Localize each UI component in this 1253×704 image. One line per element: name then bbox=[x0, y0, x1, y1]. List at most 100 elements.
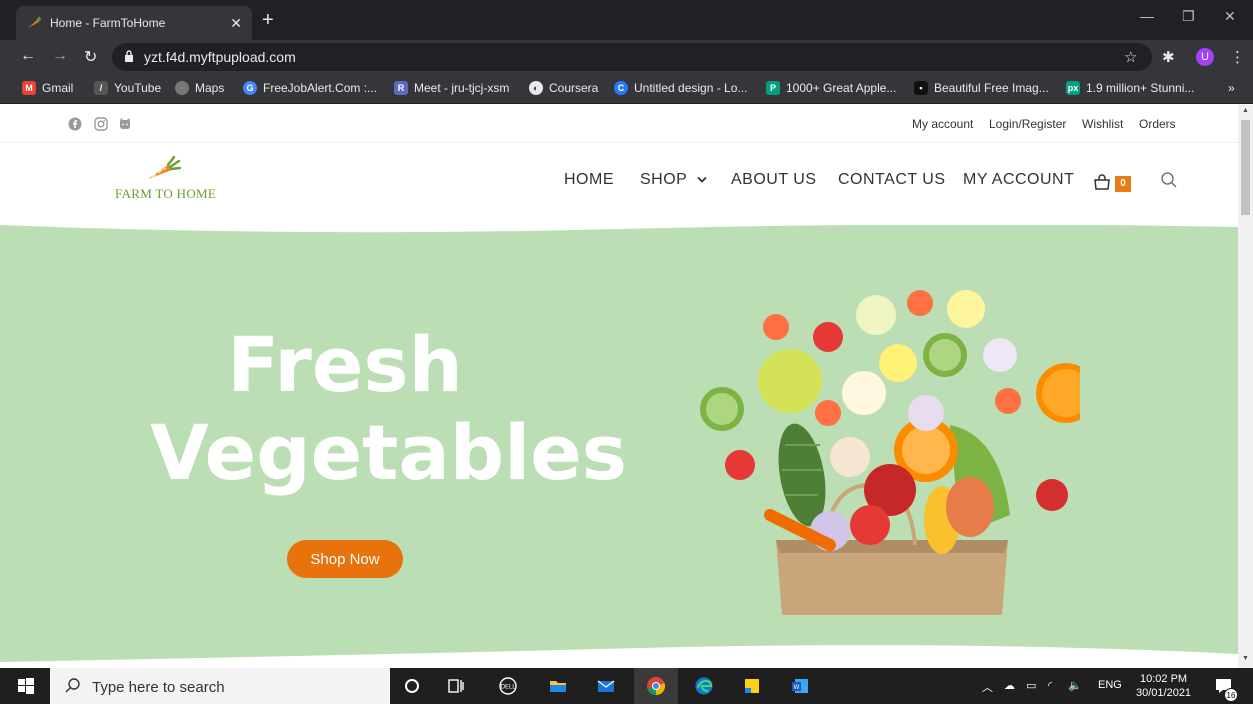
word-icon[interactable]: W bbox=[790, 676, 810, 696]
forward-icon[interactable]: → bbox=[52, 47, 68, 65]
file-explorer-icon[interactable] bbox=[548, 676, 568, 696]
top-link-orders[interactable]: Orders bbox=[1139, 117, 1176, 131]
chrome-icon[interactable] bbox=[646, 676, 666, 696]
youtube-icon: / bbox=[94, 81, 108, 95]
site-top-bar: My account Login/Register Wishlist Order… bbox=[0, 105, 1238, 143]
taskbar-search-placeholder: Type here to search bbox=[92, 679, 225, 696]
carrot-logo-icon[interactable] bbox=[146, 155, 182, 181]
coursera-icon: ◐ bbox=[529, 81, 543, 95]
bookmark-youtube[interactable]: / YouTube bbox=[94, 81, 161, 95]
nav-about-us[interactable]: ABOUT US bbox=[731, 171, 817, 189]
bookmark-meet[interactable]: R Meet - jru-tjcj-xsm bbox=[394, 81, 509, 95]
onedrive-icon[interactable]: ☁ bbox=[1004, 679, 1015, 692]
windows-taskbar: Type here to search DELL W ︿ ☁ ▭ ◜ 🔈 ENG… bbox=[0, 668, 1253, 704]
maps-icon bbox=[175, 81, 189, 95]
windows-start-icon[interactable] bbox=[16, 676, 36, 696]
pexels-icon: P bbox=[766, 81, 780, 95]
vegetable-bag-image bbox=[700, 290, 1080, 615]
hero-banner: Fresh Vegetables Shop Now bbox=[0, 225, 1238, 668]
search-icon bbox=[65, 678, 80, 693]
wave-top-decoration bbox=[0, 225, 1238, 233]
top-link-my-account[interactable]: My account bbox=[912, 117, 973, 131]
gmail-icon: M bbox=[22, 81, 36, 95]
extensions-icon[interactable]: ✱ bbox=[1162, 48, 1175, 66]
bookmark-star-icon[interactable]: ☆ bbox=[1124, 48, 1137, 66]
edge-icon[interactable] bbox=[694, 676, 714, 696]
github-icon[interactable] bbox=[118, 117, 132, 131]
minimize-icon[interactable]: — bbox=[1140, 8, 1154, 24]
clock-time: 10:02 PM bbox=[1139, 673, 1188, 685]
hero-title-line2: Vegetables bbox=[150, 408, 628, 497]
nav-contact-us[interactable]: CONTACT US bbox=[838, 171, 946, 189]
carrot-favicon-icon bbox=[28, 16, 42, 28]
browser-toolbar: ← → ↻ yzt.f4d.myftpupload.com ☆ ✱ U ⋮ bbox=[0, 40, 1253, 74]
bookmark-coursera[interactable]: ◐ Coursera bbox=[529, 81, 598, 95]
restore-icon[interactable]: ❐ bbox=[1182, 8, 1195, 25]
window-close-icon[interactable]: ✕ bbox=[1224, 8, 1236, 25]
bookmarks-overflow-icon[interactable]: » bbox=[1228, 81, 1235, 95]
meet-icon: R bbox=[394, 81, 408, 95]
address-bar[interactable]: yzt.f4d.myftpupload.com bbox=[112, 43, 1152, 71]
scrollbar-thumb[interactable] bbox=[1241, 120, 1250, 215]
back-icon[interactable]: ← bbox=[20, 47, 36, 65]
instagram-icon[interactable] bbox=[94, 117, 108, 131]
tray-overflow-icon[interactable]: ︿ bbox=[982, 679, 993, 695]
top-link-wishlist[interactable]: Wishlist bbox=[1082, 117, 1123, 131]
facebook-icon[interactable] bbox=[68, 117, 82, 131]
web-page: My account Login/Register Wishlist Order… bbox=[0, 105, 1238, 668]
bookmark-gmail[interactable]: M Gmail bbox=[22, 81, 73, 95]
new-tab-icon[interactable]: + bbox=[262, 10, 274, 30]
svg-text:W: W bbox=[794, 684, 800, 691]
reload-icon[interactable]: ↻ bbox=[84, 47, 97, 67]
language-indicator[interactable]: ENG bbox=[1098, 679, 1122, 691]
nav-my-account[interactable]: MY ACCOUNT bbox=[963, 171, 1074, 189]
browser-menu-icon[interactable]: ⋮ bbox=[1230, 48, 1245, 66]
dell-icon[interactable]: DELL bbox=[498, 676, 518, 696]
nav-shop[interactable]: SHOP bbox=[640, 171, 708, 189]
bookmark-pixabay[interactable]: px 1.9 million+ Stunni... bbox=[1066, 81, 1194, 95]
tab-title: Home - FarmToHome bbox=[50, 16, 166, 30]
cortana-icon[interactable] bbox=[402, 676, 422, 696]
bookmarks-bar: M Gmail / YouTube Maps G FreeJobAlert.Com :… bbox=[0, 74, 1253, 104]
taskbar-search-box[interactable]: Type here to search bbox=[50, 668, 390, 704]
browser-tab-strip: Home - FarmToHome ✕ + — ❐ ✕ bbox=[0, 0, 1253, 40]
volume-icon[interactable]: 🔈 bbox=[1068, 679, 1082, 692]
hero-title: Fresh Vegetables bbox=[150, 320, 628, 497]
hero-title-line1: Fresh bbox=[227, 320, 463, 409]
wifi-icon[interactable]: ◜ bbox=[1048, 679, 1052, 692]
taskbar-clock[interactable]: 10:02 PM 30/01/2021 bbox=[1136, 672, 1191, 700]
cart-count-badge[interactable]: 0 bbox=[1115, 176, 1131, 192]
mail-icon[interactable] bbox=[596, 676, 616, 696]
site-header: FARM TO HOME HOME SHOP ABOUT US CONTACT … bbox=[0, 143, 1238, 223]
clock-date: 30/01/2021 bbox=[1136, 687, 1192, 699]
pixabay-icon: px bbox=[1066, 81, 1080, 95]
shop-now-button[interactable]: Shop Now bbox=[287, 540, 403, 578]
task-view-icon[interactable] bbox=[446, 676, 466, 696]
chevron-down-icon bbox=[697, 176, 707, 183]
scroll-down-icon[interactable]: ▼ bbox=[1242, 655, 1249, 662]
nav-home[interactable]: HOME bbox=[564, 171, 614, 189]
lock-icon bbox=[125, 50, 133, 62]
url-text: yzt.f4d.myftpupload.com bbox=[144, 49, 296, 65]
bookmark-canva[interactable]: C Untitled design - Lo... bbox=[614, 81, 747, 95]
battery-icon[interactable]: ▭ bbox=[1026, 679, 1036, 692]
logo-text[interactable]: FARM TO HOME bbox=[115, 186, 216, 202]
bookmark-maps[interactable]: Maps bbox=[175, 81, 224, 95]
canva-icon: C bbox=[614, 81, 628, 95]
scroll-up-icon[interactable]: ▲ bbox=[1242, 107, 1249, 114]
unsplash-icon: ▪ bbox=[914, 81, 928, 95]
wave-bottom-decoration bbox=[0, 645, 1238, 668]
top-link-login-register[interactable]: Login/Register bbox=[989, 117, 1066, 131]
bookmark-unsplash[interactable]: ▪ Beautiful Free Imag... bbox=[914, 81, 1049, 95]
page-scrollbar[interactable]: ▲ ▼ bbox=[1238, 105, 1253, 668]
sticky-notes-icon[interactable] bbox=[742, 676, 762, 696]
browser-tab[interactable]: Home - FarmToHome ✕ bbox=[16, 6, 252, 40]
search-icon[interactable] bbox=[1160, 171, 1178, 189]
shopping-bag-icon[interactable] bbox=[1093, 173, 1111, 191]
notification-count-badge: 16 bbox=[1224, 688, 1238, 702]
bookmark-pexels[interactable]: P 1000+ Great Apple... bbox=[766, 81, 896, 95]
tab-close-icon[interactable]: ✕ bbox=[230, 15, 242, 32]
freejobalert-icon: G bbox=[243, 81, 257, 95]
profile-avatar[interactable]: U bbox=[1196, 48, 1214, 66]
bookmark-freejobalert[interactable]: G FreeJobAlert.Com :... bbox=[243, 81, 377, 95]
